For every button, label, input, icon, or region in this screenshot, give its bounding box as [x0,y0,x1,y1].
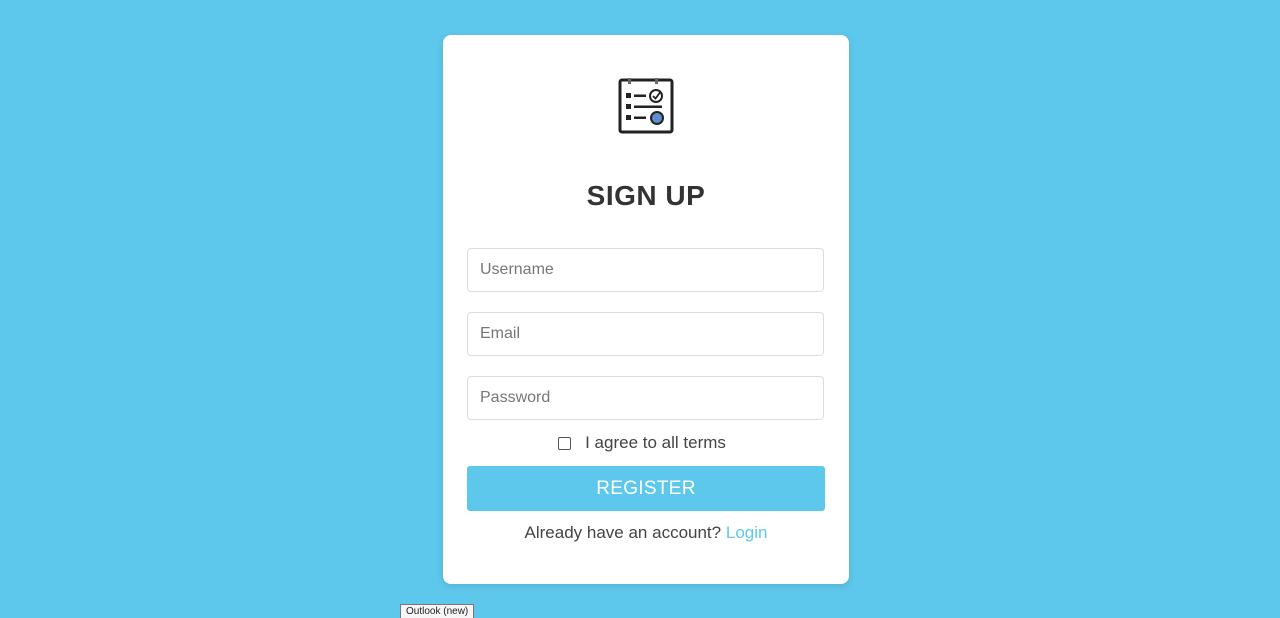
terms-row: I agree to all terms [443,432,849,454]
register-button[interactable]: REGISTER [467,466,825,511]
email-input[interactable] [467,312,824,356]
login-link[interactable]: Login [726,523,768,542]
account-prompt-text: Already have an account? [524,523,722,542]
password-input[interactable] [467,376,824,420]
terms-checkbox[interactable] [558,436,572,450]
login-prompt: Already have an account? Login [443,523,849,543]
page-background: SIGN UP I agree to all terms REGISTER Al… [0,0,1280,618]
signup-card: SIGN UP I agree to all terms REGISTER Al… [443,35,849,584]
checklist-icon [618,78,674,134]
username-input[interactable] [467,248,824,292]
page-title: SIGN UP [586,180,706,211]
taskbar-tooltip: Outlook (new) [400,604,475,618]
terms-label[interactable]: I agree to all terms [585,433,726,453]
